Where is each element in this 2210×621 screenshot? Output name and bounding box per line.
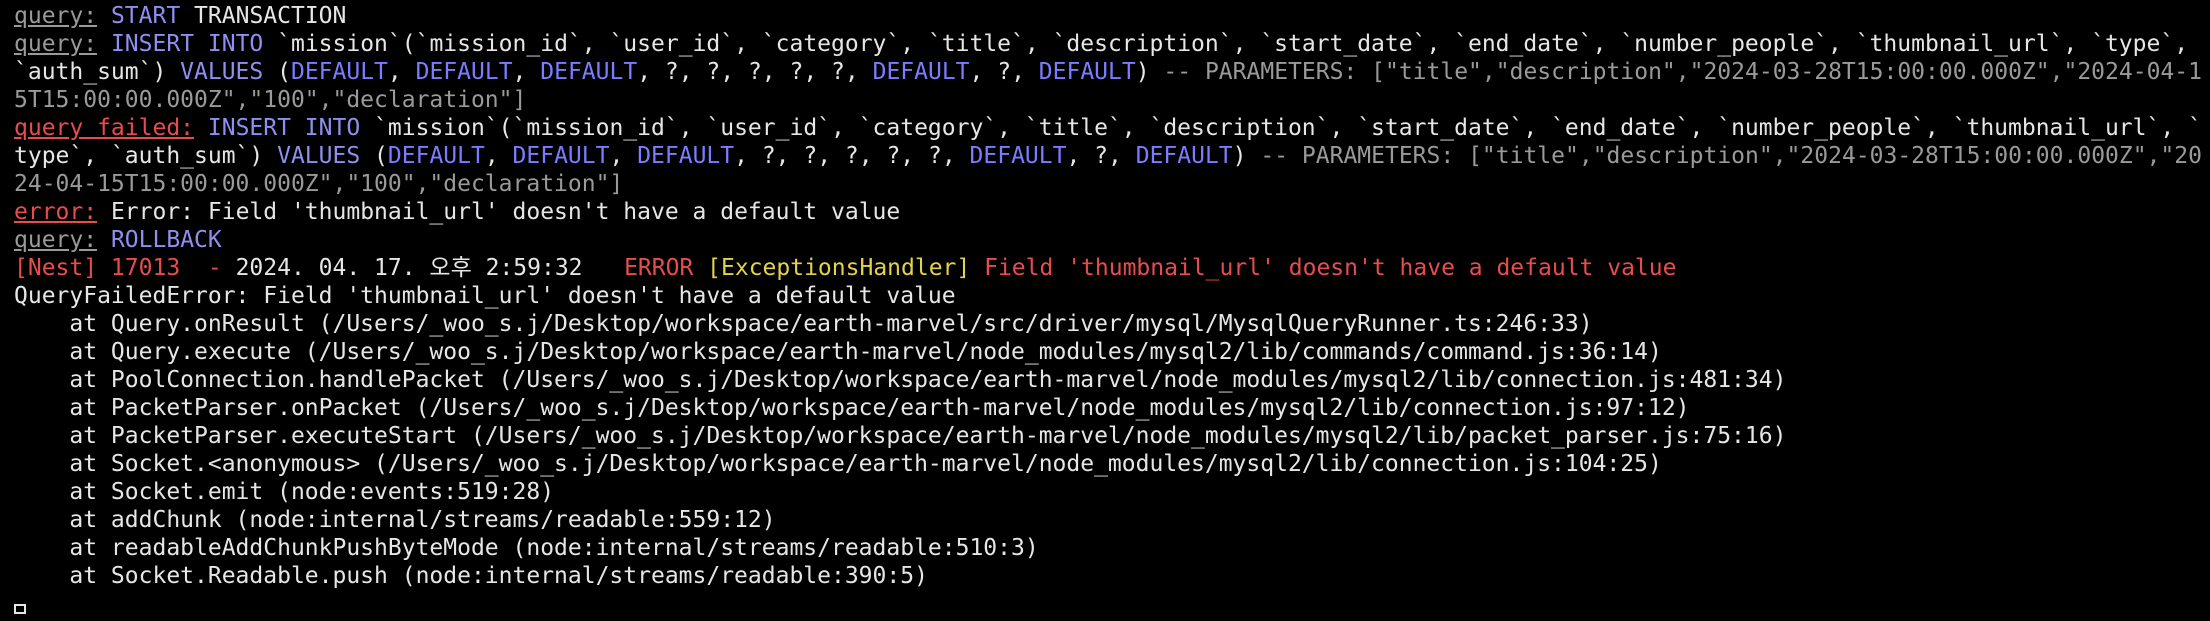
log-text: at Socket.emit (node:events:519:28) [14,479,555,505]
log-label: query: [14,227,98,253]
terminal-line: at Socket.Readable.push (node:internal/s… [14,562,2210,590]
log-text: 2024. 04. 17. 오후 2:59:32 [235,255,583,281]
terminal-output: query: START TRANSACTION query: INSERT IN… [14,2,2210,590]
log-text: TRANSACTION [180,3,347,29]
log-text: , ?, [969,59,1039,85]
log-text: ) [1232,143,1261,169]
log-text: at Socket.<anonymous> (/Users/_woo_s.j/D… [14,451,1662,477]
log-text: DEFAULT [1135,143,1233,169]
terminal-line: [Nest] 17013 - 2024. 04. 17. 오후 2:59:32 … [14,254,2210,282]
terminal-line: query: START TRANSACTION [14,2,2210,30]
log-text: ( [263,59,291,85]
log-text: DEFAULT [290,59,388,85]
log-text: ROLLBACK [110,227,222,253]
log-text: DEFAULT [540,59,638,85]
log-text: DEFAULT [387,143,485,169]
log-text: , ?, ?, ?, ?, ?, [637,59,873,85]
log-text: [ExceptionsHandler] [707,255,971,281]
log-label: query failed: [14,115,195,141]
terminal-line: query: ROLLBACK [14,226,2210,254]
log-text: DEFAULT [1038,59,1136,85]
log-text: , ?, ?, ?, ?, ?, [734,143,970,169]
terminal-line: at Socket.emit (node:events:519:28) [14,478,2210,506]
log-text: DEFAULT [512,143,610,169]
terminal-line: query failed: INSERT INTO `mission`(`mis… [14,114,2210,198]
log-text: at PoolConnection.handlePacket (/Users/_… [14,367,1787,393]
log-text: INSERT INTO [207,115,361,141]
log-text: INSERT INTO [110,31,264,57]
log-text: at Query.onResult (/Users/_woo_s.j/Deskt… [14,311,1593,337]
log-label: query: [14,31,98,57]
log-text: QueryFailedError: Field 'thumbnail_url' … [14,283,956,309]
log-text: ( [360,143,388,169]
log-text: , [484,143,513,169]
log-text: at Socket.Readable.push (node:internal/s… [14,563,928,589]
log-text: at addChunk (node:internal/streams/reada… [14,507,776,533]
log-text: ERROR [582,255,708,281]
log-text: at PacketParser.executeStart (/Users/_wo… [14,423,1787,449]
log-text: at Query.execute (/Users/_woo_s.j/Deskto… [14,339,1662,365]
log-text: ) [1135,59,1164,85]
log-text: , [609,143,638,169]
prompt-line[interactable] [14,590,2210,621]
terminal-line: at Query.execute (/Users/_woo_s.j/Deskto… [14,338,2210,366]
log-label: query: [14,3,98,29]
log-text: DEFAULT [637,143,735,169]
log-text: DEFAULT [872,59,970,85]
log-text: , ?, [1066,143,1136,169]
terminal-line: at PacketParser.onPacket (/Users/_woo_s.… [14,394,2210,422]
log-text: DEFAULT [969,143,1067,169]
log-text: , [387,59,416,85]
terminal-line: at Query.onResult (/Users/_woo_s.j/Deskt… [14,310,2210,338]
log-label: error: [14,199,98,225]
terminal-line: at readableAddChunkPushByteMode (node:in… [14,534,2210,562]
terminal-line: at Socket.<anonymous> (/Users/_woo_s.j/D… [14,450,2210,478]
log-text: START [110,3,181,29]
terminal-line: error: Error: Field 'thumbnail_url' does… [14,198,2210,226]
log-text: VALUES [277,143,361,169]
log-text: [Nest] 17013 - [14,255,236,281]
log-text: Error: Field 'thumbnail_url' doesn't hav… [97,199,901,225]
terminal-line: at PoolConnection.handlePacket (/Users/_… [14,366,2210,394]
terminal-line: query: INSERT INTO `mission`(`mission_id… [14,30,2210,114]
log-text: VALUES [180,59,264,85]
terminal-window[interactable]: query: START TRANSACTION query: INSERT IN… [0,0,2210,614]
terminal-line: at addChunk (node:internal/streams/reada… [14,506,2210,534]
log-text: DEFAULT [415,59,513,85]
log-text: , [512,59,541,85]
log-text: at PacketParser.onPacket (/Users/_woo_s.… [14,395,1690,421]
terminal-line: QueryFailedError: Field 'thumbnail_url' … [14,282,2210,310]
log-text: at readableAddChunkPushByteMode (node:in… [14,535,1039,561]
terminal-line: at PacketParser.executeStart (/Users/_wo… [14,422,2210,450]
log-text: Field 'thumbnail_url' doesn't have a def… [970,255,1677,281]
cursor-icon [14,604,26,614]
